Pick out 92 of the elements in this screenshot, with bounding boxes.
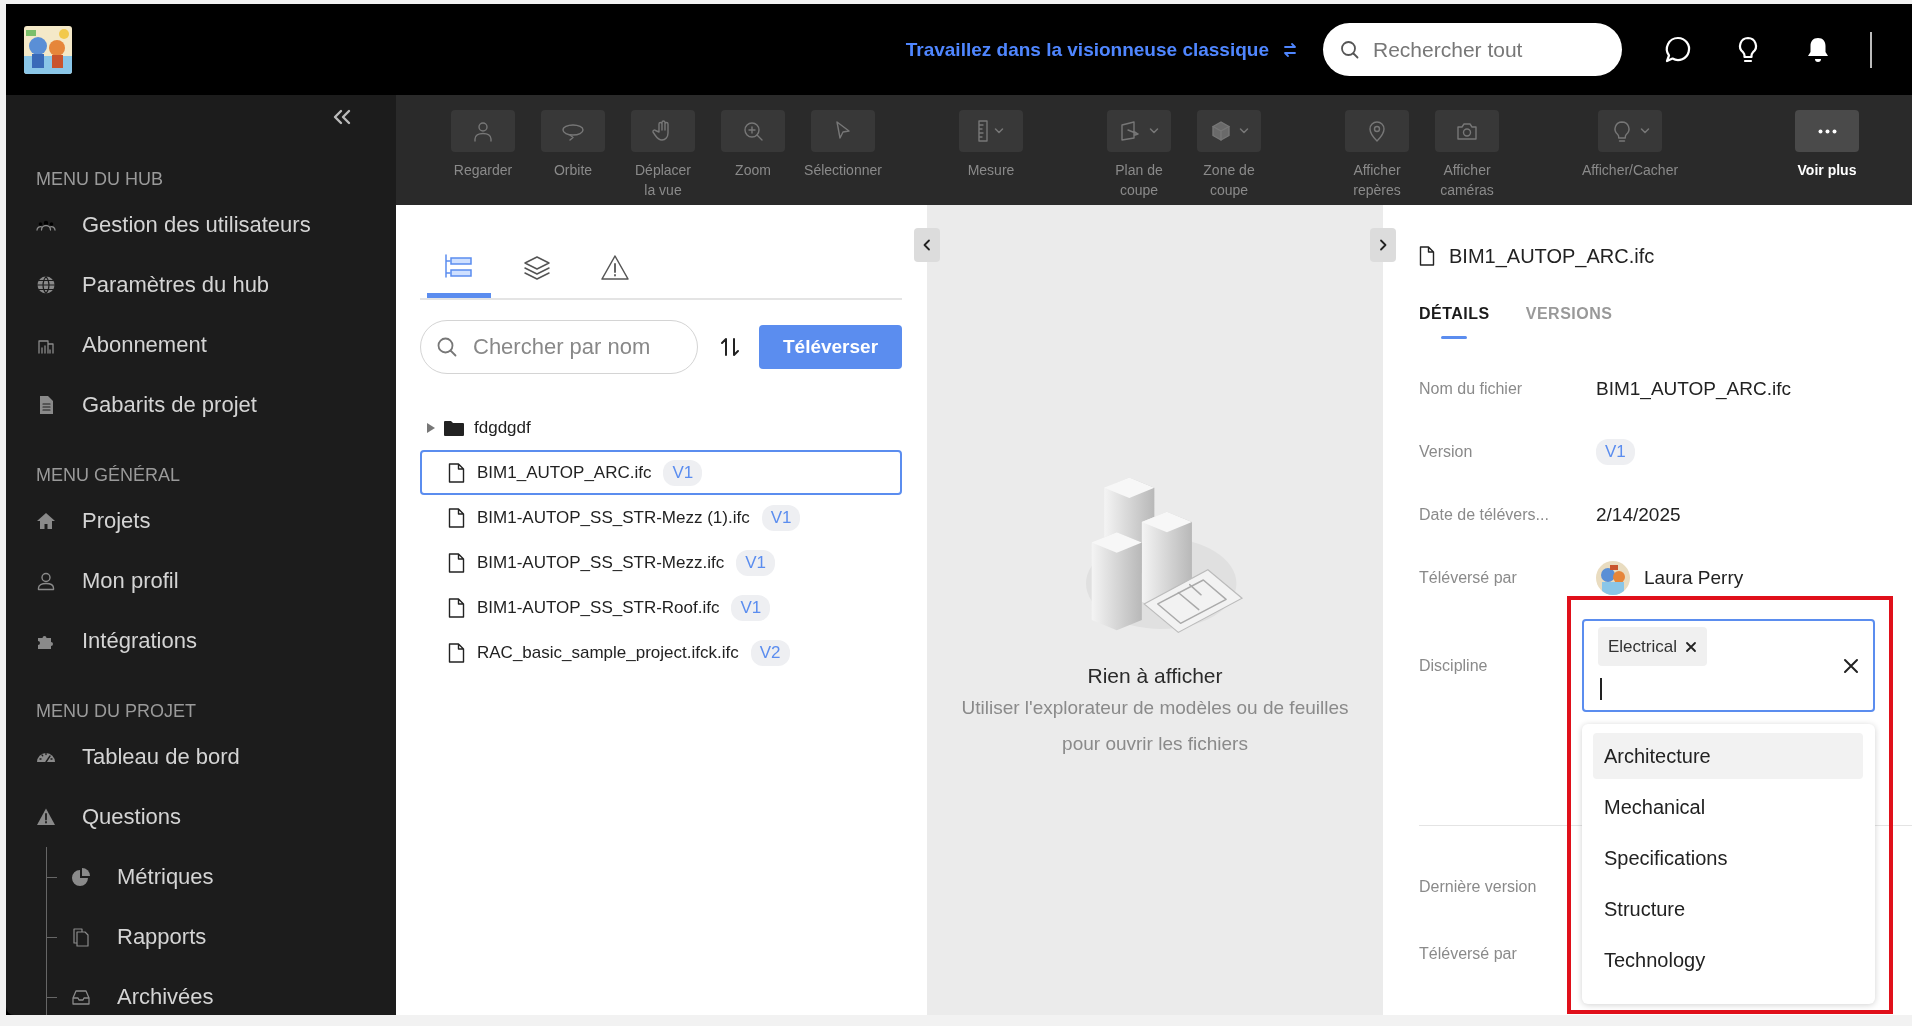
sidebar-item[interactable]: Paramètres du hub [6,255,396,315]
empty-state-message: Utiliser l'explorateur de modèles ou de feuilles pour ouvrir les fichiers [960,696,1350,756]
file-name: BIM1-AUTOP_SS_STR-Mezz.ifc [477,552,725,573]
menu-option[interactable]: Architecture [1593,733,1863,779]
field-value: 2/14/2025 [1596,503,1681,526]
menu-option[interactable]: Technology [1593,937,1863,983]
field-label: Nom du fichier [1419,379,1524,398]
tree-row[interactable]: BIM1_AUTOP_ARC.ifc V1 [420,450,902,495]
discipline-field[interactable]: Electrical [1582,619,1875,712]
search-field[interactable]: Rechercher tout [1323,23,1622,76]
classic-viewer-link[interactable]: Travaillez dans la visionneuse classique [905,38,1269,61]
file-icon [1419,246,1435,266]
chevron-right-icon [1378,239,1388,251]
collapse-panel-button[interactable] [1370,228,1396,262]
inbox-icon [71,987,91,1007]
tree-row[interactable]: fdgdgdf [420,405,902,450]
user-icon [471,119,495,143]
file-icon [448,507,465,528]
close-icon[interactable] [1843,658,1859,674]
version-badge: V1 [1596,438,1635,465]
sidebar-item[interactable]: Intégrations [6,611,396,671]
file-icon [448,462,465,483]
search-field[interactable]: Chercher par nom [420,320,698,374]
file-title: BIM1_AUTOP_ARC.ifc [1449,244,1655,268]
folder-icon [444,419,464,436]
sidebar-item[interactable]: Archivées [71,967,214,1015]
field-label: Date de télévers... [1419,505,1550,524]
ruler-icon [978,120,988,142]
version-badge: V1 [761,504,801,531]
sidebar-item[interactable]: Rapports [71,907,207,967]
user-name: Laura Perry [1644,566,1744,589]
section-heading: MENU DU HUB [36,168,164,191]
sidebar-item[interactable]: Mon profil [6,551,396,611]
tree-row[interactable]: BIM1-AUTOP_SS_STR-Mezz (1).ifc V1 [420,495,902,540]
sidebar-item[interactable]: Métriques [71,847,214,907]
tree-row[interactable]: BIM1-AUTOP_SS_STR-Mezz.ifc V1 [420,540,902,585]
field-label: Discipline [1419,656,1489,675]
menu-option[interactable]: Structure [1593,886,1863,932]
expand-icon[interactable] [426,421,436,434]
version-badge: V2 [750,639,790,666]
field-label: Téléversé par [1419,568,1518,587]
swap-icon[interactable] [1281,40,1299,59]
search-icon [436,336,458,358]
file-icon [448,597,465,618]
tree-row[interactable]: BIM1-AUTOP_SS_STR-Roof.ifc V1 [420,585,902,630]
file-name: BIM1-AUTOP_SS_STR-Mezz (1).ifc [477,507,750,528]
file-name: RAC_basic_sample_project.ifck.ifc [477,642,739,663]
version-badge: V1 [731,594,771,621]
pages-icon [71,927,91,947]
sidebar-item[interactable]: Abonnement [6,315,396,375]
folder-name: fdgdgdf [474,417,531,438]
sort-icon[interactable] [718,335,742,359]
file-name: BIM1-AUTOP_SS_STR-Roof.ifc [477,597,720,618]
file-name: BIM1_AUTOP_ARC.ifc [477,462,652,483]
field-label: Dernière version [1419,877,1538,896]
pie-chart-icon [71,867,91,887]
chevron-left-icon [922,239,932,251]
tree-row[interactable]: RAC_basic_sample_project.ifck.ifc V2 [420,630,902,675]
more-icon [1817,128,1837,134]
text-cursor [1600,678,1602,700]
user-icon [36,571,56,591]
sidebar-item[interactable]: Questions [6,787,396,847]
collapse-panel-button[interactable] [914,228,940,262]
field-label: Version [1419,442,1474,461]
home-icon [36,511,56,531]
empty-state-title: Rien à afficher [1087,664,1223,688]
section-heading: MENU GÉNÉRAL [36,464,182,487]
version-badge: V1 [663,459,703,486]
sidebar-item[interactable]: Gestion des utilisateurs [6,195,396,255]
tag-label: Electrical [1608,636,1677,657]
sidebar-item[interactable]: Projets [6,491,396,551]
cube-icon [1209,119,1233,143]
layers-icon [522,253,552,283]
sidebar-item[interactable]: Tableau de bord [6,727,396,787]
field-label: Téléversé par [1419,944,1518,963]
warning-icon [36,807,56,827]
sidebar-item[interactable]: Gabarits de projet [6,375,396,435]
zoom-icon [741,119,765,143]
collapse-icon[interactable] [332,108,352,126]
menu-option[interactable]: Mechanical [1593,784,1863,830]
globe-icon [36,275,56,295]
toolbar-button[interactable]: Voir plus [1782,95,1872,205]
menu-option[interactable]: Specifications [1593,835,1863,881]
section-heading: MENU DU PROJET [36,700,197,723]
file-icon [448,552,465,573]
remove-icon[interactable] [1684,640,1697,653]
version-badge: V1 [736,549,775,576]
file-icon [448,642,465,663]
search-icon [1339,39,1361,61]
warning-icon [600,253,630,283]
field-value: BIM1_AUTOP_ARC.ifc [1596,377,1791,400]
tab[interactable]: DÉTAILS [1419,289,1490,339]
